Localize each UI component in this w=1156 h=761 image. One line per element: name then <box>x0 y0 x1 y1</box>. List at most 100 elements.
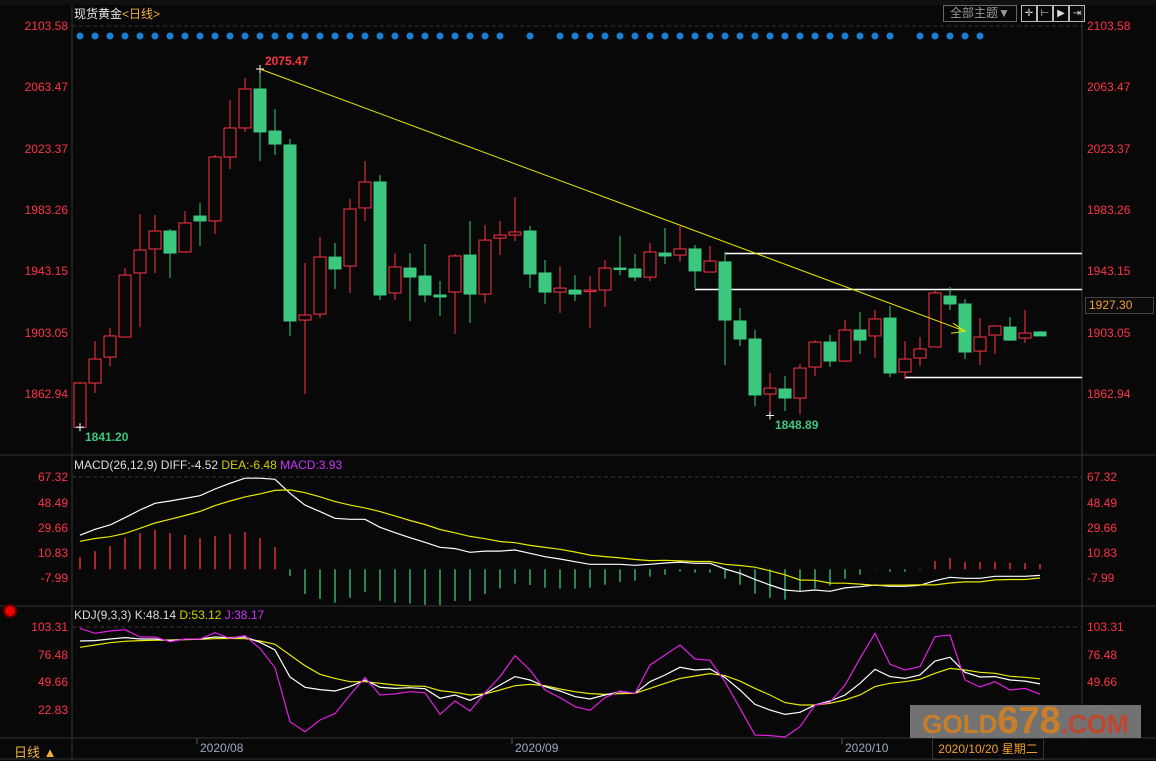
range-end-icon[interactable]: ⇥ <box>1069 5 1085 22</box>
candle <box>313 237 327 319</box>
signal-dot <box>646 32 654 40</box>
macd-axis-label-left: 10.83 <box>37 546 68 561</box>
candle-body <box>313 256 327 315</box>
signal-dot <box>481 32 489 40</box>
candle <box>163 229 177 278</box>
candle-body <box>178 222 192 253</box>
price-axis-label-right: 1862.94 <box>1087 387 1131 401</box>
candle-body <box>523 230 537 275</box>
kdj-axis-label-right: 103.31 <box>1087 620 1124 634</box>
signal-dot <box>496 32 504 40</box>
candle-body <box>103 335 117 358</box>
price-axis-label-left: 1862.94 <box>24 387 68 401</box>
candle-body <box>733 320 747 340</box>
candle <box>733 307 747 347</box>
range-start-icon[interactable]: ⊢ <box>1037 5 1053 22</box>
candle <box>763 372 777 416</box>
signal-dot <box>436 32 444 40</box>
price-axis-label-right: 1903.05 <box>1087 325 1131 340</box>
instrument-title: 现货黄金<日线> <box>74 7 160 21</box>
theme-dropdown[interactable]: 全部主题▼ <box>943 5 1017 22</box>
candle-body <box>763 387 777 395</box>
candle <box>523 225 537 289</box>
candle-body <box>583 289 597 293</box>
signal-dot <box>451 32 459 40</box>
signal-dot <box>916 32 924 40</box>
candle <box>328 242 342 290</box>
signal-dot <box>106 32 114 40</box>
candle <box>478 225 492 304</box>
signal-dot <box>76 32 84 40</box>
play-icon[interactable]: ▶ <box>1053 5 1069 22</box>
candle <box>568 275 582 302</box>
period-label[interactable]: <日线> <box>122 7 160 21</box>
candle-body <box>283 144 297 322</box>
signal-dot <box>601 32 609 40</box>
date-axis-label: 2020/10 <box>845 741 889 755</box>
candle-body <box>1003 326 1017 341</box>
high-price-label: 2075.47 <box>265 53 309 68</box>
price-axis-label-right: 2023.37 <box>1087 141 1131 156</box>
candle-body <box>493 234 507 239</box>
signal-dot <box>136 32 144 40</box>
candle <box>583 276 597 328</box>
candle-body <box>613 267 627 271</box>
candle <box>793 364 807 415</box>
candle-body <box>433 294 447 298</box>
price-axis-label-left: 1903.05 <box>24 325 68 340</box>
cursor-date: 2020/10/20 星期二 <box>932 738 1044 760</box>
kdj-axis-label-right: 49.66 <box>1087 675 1118 690</box>
candle-body <box>943 295 957 305</box>
candle <box>853 311 867 354</box>
chart-canvas[interactable] <box>0 0 1156 760</box>
candle <box>418 244 432 302</box>
price-axis-label-left: 2063.47 <box>24 80 68 95</box>
kdj-axis-label-right: 76.48 <box>1087 647 1118 662</box>
candle-body <box>778 388 792 399</box>
candle <box>868 309 882 358</box>
candle <box>448 253 462 334</box>
candle-body <box>538 272 552 293</box>
crosshair-icon[interactable]: ✛ <box>1021 5 1037 22</box>
signal-dot <box>976 32 984 40</box>
candle <box>1033 331 1047 337</box>
candle-body <box>298 314 312 321</box>
macd-axis-label-right: 67.32 <box>1087 470 1118 485</box>
signal-dot <box>676 32 684 40</box>
candle <box>433 281 447 317</box>
candle-body <box>898 358 912 373</box>
kdj-axis-label-left: 103.31 <box>31 620 68 634</box>
candle-body <box>823 341 837 362</box>
candle-body <box>853 329 867 341</box>
candle-body <box>883 317 897 374</box>
signal-dot <box>766 32 774 40</box>
candle <box>238 77 252 132</box>
current-price-box: 1927.30 <box>1085 297 1154 314</box>
indicator-settings-icon[interactable] <box>5 606 15 616</box>
signal-dot <box>691 32 699 40</box>
candle <box>358 161 372 221</box>
kdj-k: K:48.14 <box>134 608 177 622</box>
candle <box>883 305 897 378</box>
candle <box>538 259 552 304</box>
signal-dot <box>91 32 99 40</box>
signal-dot <box>271 32 279 40</box>
candle-body <box>388 266 402 294</box>
signal-dot <box>886 32 894 40</box>
macd-axis-label-left: 48.49 <box>37 495 68 510</box>
candle-body <box>673 248 687 256</box>
period-switch-button[interactable]: 日线 ▲ <box>14 742 56 761</box>
signal-dot <box>841 32 849 40</box>
candle <box>283 138 297 336</box>
candle-body <box>373 181 387 296</box>
date-axis-label: 2020/08 <box>200 741 244 755</box>
candle-body <box>358 181 372 209</box>
macd-axis-label-right: 10.83 <box>1087 546 1118 561</box>
candle-body <box>463 254 477 295</box>
candle-body <box>88 358 102 384</box>
candle <box>1003 316 1017 341</box>
candle <box>913 337 927 367</box>
candle-body <box>838 329 852 362</box>
signal-dot <box>376 32 384 40</box>
candle-body <box>598 267 612 291</box>
